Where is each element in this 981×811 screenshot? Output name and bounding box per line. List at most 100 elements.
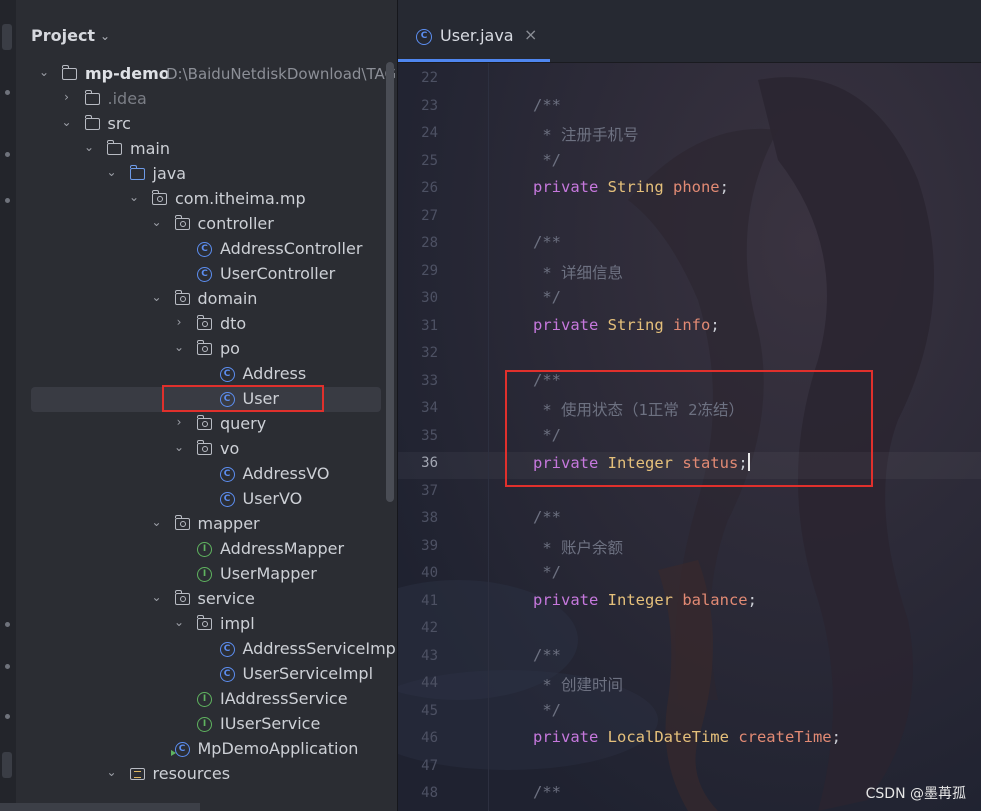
code-line[interactable]: /** xyxy=(533,96,561,114)
line-number: 47 xyxy=(421,757,438,774)
highlight-box-status xyxy=(505,370,873,487)
chevron-down-icon[interactable]: ⌄ xyxy=(61,115,73,129)
tree-scrollbar[interactable] xyxy=(386,62,394,502)
chevron-down-icon[interactable]: ⌄ xyxy=(100,29,110,43)
chevron-down-icon[interactable]: ⌄ xyxy=(173,615,185,629)
horizontal-scrollbar[interactable] xyxy=(0,803,200,811)
chevron-down-icon[interactable]: ⌄ xyxy=(151,590,163,604)
tree-row[interactable]: C MpDemoApplication xyxy=(16,737,397,762)
chevron-down-icon[interactable]: ⌄ xyxy=(151,290,163,304)
tree-row[interactable]: I UserMapper xyxy=(16,562,397,587)
tree-row[interactable]: ⌄ impl xyxy=(16,612,397,637)
package-icon xyxy=(197,615,212,630)
code-line[interactable]: */ xyxy=(533,563,561,581)
class-icon: C xyxy=(219,467,235,482)
tab-user-java[interactable]: C User.java × xyxy=(398,14,550,62)
tree-row[interactable]: ⌄ mapper xyxy=(16,512,397,537)
tree-row[interactable]: C AddressServiceImpl xyxy=(16,637,397,662)
tree-row[interactable]: C UserVO xyxy=(16,487,397,512)
folder-icon xyxy=(84,90,100,105)
tree-row[interactable]: C AddressController xyxy=(16,237,397,262)
tree-row[interactable]: C UserController xyxy=(16,262,397,287)
gutter-divider xyxy=(488,63,489,811)
code-line[interactable]: * 详细信息 xyxy=(533,261,623,283)
tree-row[interactable]: ⌄ resources xyxy=(16,762,397,787)
code-line[interactable]: /** xyxy=(533,646,561,664)
bottom-tool-button[interactable] xyxy=(2,752,12,778)
tree-row[interactable]: I IUserService xyxy=(16,712,397,737)
package-icon xyxy=(174,290,190,305)
package-icon xyxy=(152,190,167,205)
tree-row[interactable]: C UserServiceImpl xyxy=(16,662,397,687)
tree-row[interactable]: › .idea xyxy=(16,87,397,112)
close-icon[interactable]: × xyxy=(524,25,537,44)
line-number: 36 xyxy=(421,455,438,471)
tree-row[interactable]: › query xyxy=(16,412,397,437)
chevron-down-icon[interactable]: ⌄ xyxy=(38,65,50,79)
tree-row[interactable]: ⌄ service xyxy=(16,587,397,612)
code-line[interactable]: private String info; xyxy=(533,316,720,334)
code-line[interactable]: * 账户余额 xyxy=(533,536,623,558)
tool-dot-icon[interactable] xyxy=(5,622,10,627)
code-line[interactable]: * 创建时间 xyxy=(533,673,623,695)
tree-row[interactable]: ⌄ com.itheima.mp xyxy=(16,187,397,212)
tool-dot-icon[interactable] xyxy=(5,152,10,157)
interface-icon: I xyxy=(197,717,212,732)
line-number: 38 xyxy=(421,510,438,526)
chevron-right-icon[interactable]: › xyxy=(173,415,185,429)
tree-item-label: AddressServiceImpl xyxy=(242,639,398,658)
code-line[interactable]: */ xyxy=(533,701,561,719)
tool-dot-icon[interactable] xyxy=(5,90,10,95)
code-line[interactable]: * 注册手机号 xyxy=(533,123,638,145)
chevron-down-icon[interactable]: ⌄ xyxy=(83,140,95,154)
chevron-down-icon[interactable]: ⌄ xyxy=(173,440,185,454)
code-line[interactable]: /** xyxy=(533,233,561,251)
tree-row[interactable]: I AddressMapper xyxy=(16,537,397,562)
code-line[interactable]: /** xyxy=(533,783,561,801)
project-panel-title[interactable]: Project xyxy=(31,26,95,45)
tree-row[interactable]: ⌄ po xyxy=(16,337,397,362)
chevron-down-icon[interactable]: ⌄ xyxy=(106,765,118,779)
code-line[interactable]: private String phone; xyxy=(533,178,729,196)
tree-item-label: MpDemoApplication xyxy=(197,739,359,758)
chevron-down-icon[interactable]: ⌄ xyxy=(151,215,163,229)
module-path: D:\BaiduNetdiskDownload\TAG xyxy=(166,65,397,83)
class-icon: C xyxy=(219,642,235,657)
chevron-down-icon[interactable]: ⌄ xyxy=(128,190,140,204)
tree-row[interactable]: I IAddressService xyxy=(16,687,397,712)
project-tool-button[interactable] xyxy=(2,24,12,50)
line-number: 48 xyxy=(421,785,438,801)
tree-item-label: UserController xyxy=(220,264,336,283)
tree-row[interactable]: ⌄ vo xyxy=(16,437,397,462)
line-number: 45 xyxy=(421,702,438,719)
chevron-down-icon[interactable]: ⌄ xyxy=(173,340,185,354)
tool-dot-icon[interactable] xyxy=(5,664,10,669)
chevron-right-icon[interactable]: › xyxy=(61,90,73,104)
class-icon: C xyxy=(219,367,235,382)
tree-row[interactable]: ⌄ controller xyxy=(16,212,397,237)
active-tab-underline xyxy=(398,59,550,62)
code-line[interactable]: /** xyxy=(533,508,561,526)
tree-row[interactable]: ⌄ java xyxy=(16,162,397,187)
tree-row[interactable]: ⌄ main xyxy=(16,137,397,162)
tree-row[interactable]: ⌄ mp-demo D:\BaiduNetdiskDownload\TAG xyxy=(16,62,397,87)
tree-row[interactable]: C AddressVO xyxy=(16,462,397,487)
left-tool-strip xyxy=(0,0,17,811)
editor-tab-bar: C User.java × xyxy=(398,0,981,63)
line-number: 40 xyxy=(421,565,438,581)
chevron-right-icon[interactable]: › xyxy=(173,315,185,329)
tree-row[interactable]: C Address xyxy=(16,362,397,387)
chevron-down-icon[interactable]: ⌄ xyxy=(106,165,118,179)
tool-dot-icon[interactable] xyxy=(5,714,10,719)
code-line[interactable]: private Integer balance; xyxy=(533,591,757,609)
code-line[interactable]: private LocalDateTime createTime; xyxy=(533,728,841,746)
tree-row[interactable]: › dto xyxy=(16,312,397,337)
tree-row[interactable]: ⌄ src xyxy=(16,112,397,137)
chevron-down-icon[interactable]: ⌄ xyxy=(151,515,163,529)
code-line[interactable]: */ xyxy=(533,288,561,306)
code-line[interactable]: */ xyxy=(533,151,561,169)
line-number: 42 xyxy=(421,620,438,636)
tree-row[interactable]: ⌄ domain xyxy=(16,287,397,312)
tool-dot-icon[interactable] xyxy=(5,198,10,203)
line-number: 34 xyxy=(421,400,438,416)
